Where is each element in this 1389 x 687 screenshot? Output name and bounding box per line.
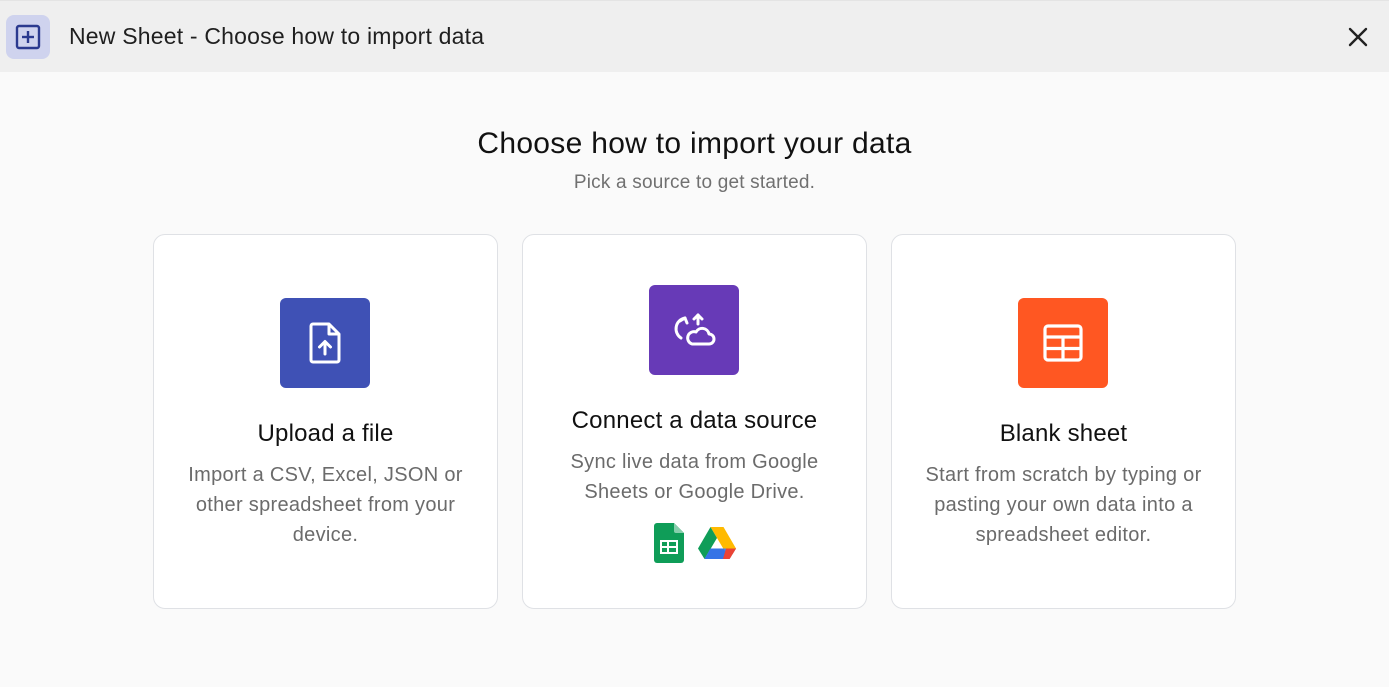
upload-icon-tile [280, 298, 370, 388]
blank-icon-tile [1018, 298, 1108, 388]
cloud-sync-icon [674, 313, 716, 346]
blank-sheet-description: Start from scratch by typing or pasting … [925, 464, 1202, 546]
upload-file-title: Upload a file [257, 420, 394, 447]
blank-sheet-card[interactable]: Blank sheet Start from scratch by typing… [891, 234, 1236, 609]
title-bar: New Sheet - Choose how to import data [0, 0, 1389, 72]
connect-data-source-card[interactable]: Connect a data source Sync live data fro… [522, 234, 867, 609]
new-sheet-icon [6, 15, 50, 59]
page-subtitle: Pick a source to get started. [573, 172, 816, 193]
source-icons-row [523, 522, 866, 564]
upload-file-card[interactable]: Upload a file Import a CSV, Excel, JSON … [153, 234, 498, 609]
window-title: New Sheet - Choose how to import data [69, 23, 485, 49]
page-title: Choose how to import your data [477, 127, 912, 160]
close-button[interactable] [1343, 22, 1373, 52]
google-sheets-icon[interactable] [653, 523, 684, 563]
upload-file-description: Import a CSV, Excel, JSON or other sprea… [188, 464, 463, 546]
import-dialog: New Sheet - Choose how to import data Ch… [0, 0, 1389, 687]
connect-icon-tile [649, 285, 739, 375]
table-icon [1043, 324, 1083, 362]
connect-data-source-title: Connect a data source [571, 407, 818, 434]
file-upload-icon [309, 322, 341, 364]
blank-sheet-title: Blank sheet [999, 420, 1128, 447]
close-icon[interactable] [1348, 27, 1368, 47]
connect-data-source-description: Sync live data from Google Sheets or Goo… [570, 451, 819, 503]
google-drive-icon[interactable] [697, 526, 736, 560]
